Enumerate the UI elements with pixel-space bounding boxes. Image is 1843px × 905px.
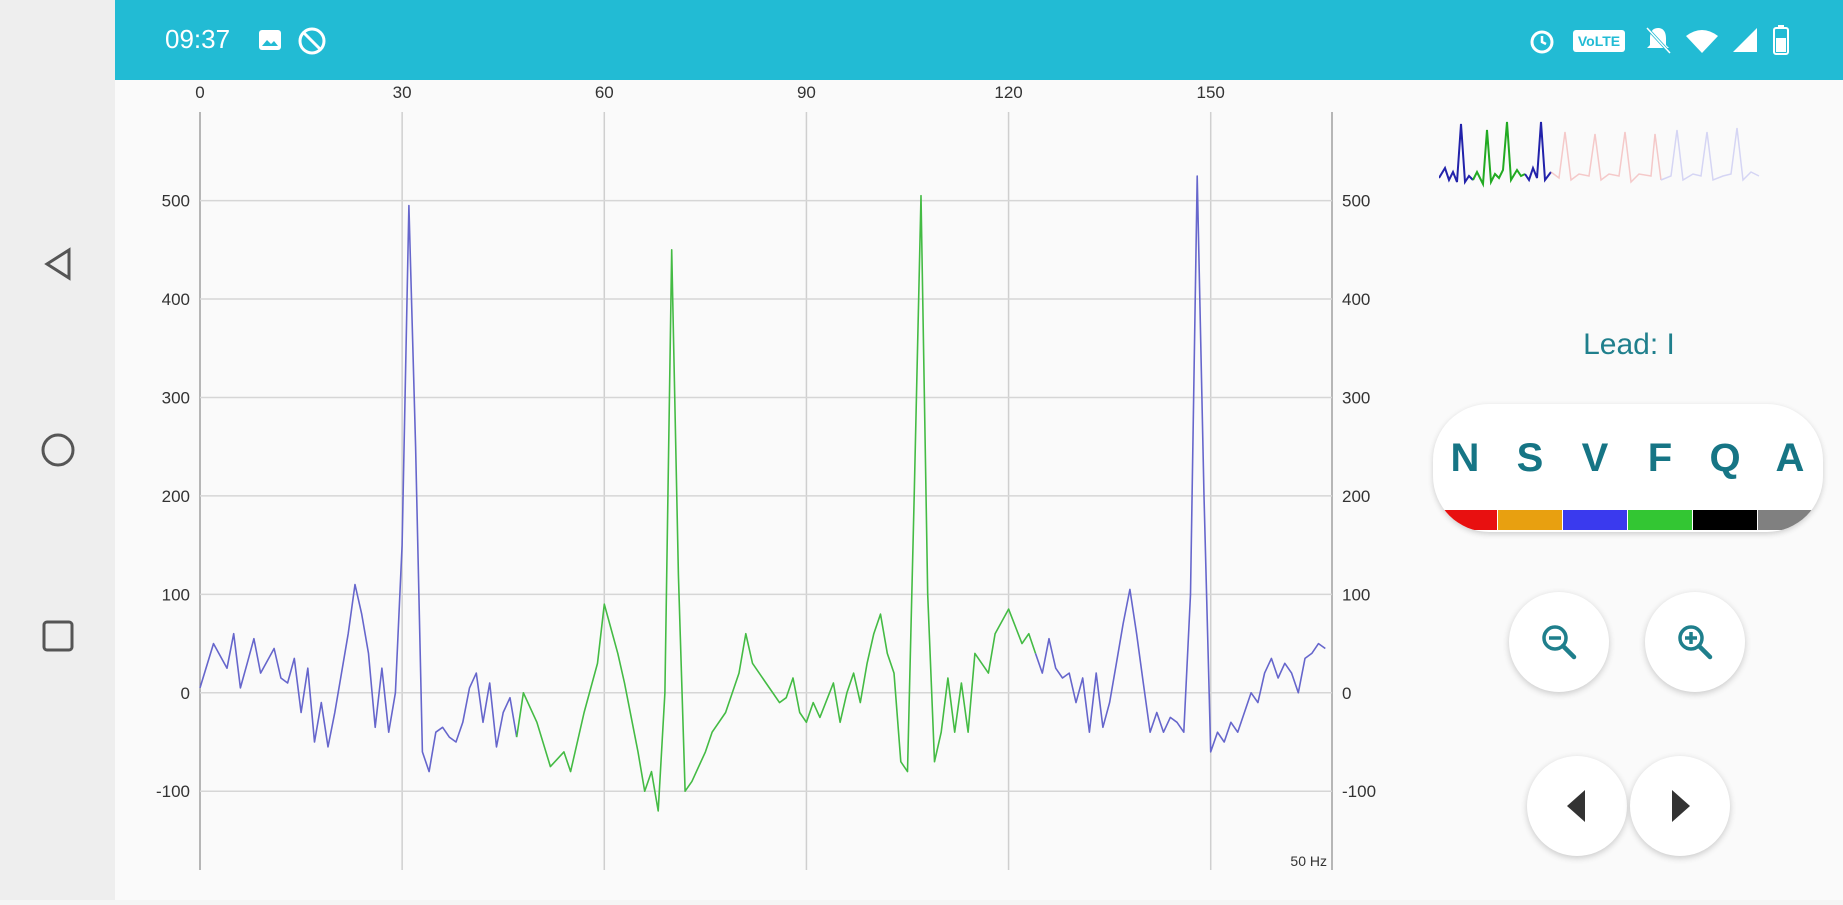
home-circle-icon (41, 433, 75, 467)
chevron-left-icon (1567, 790, 1585, 822)
y-tick-label-left: 0 (181, 684, 190, 703)
x-tick-label: 150 (1197, 83, 1225, 102)
zoom-in-button[interactable] (1645, 592, 1745, 692)
battery-icon (1773, 25, 1789, 55)
class-q-button[interactable]: Q (1693, 418, 1757, 530)
signal-icon (1733, 28, 1757, 52)
y-tick-label-right: 300 (1342, 388, 1370, 407)
alarm-icon (1530, 30, 1554, 54)
ecg-chart-area[interactable]: 0 30 60 90 120 150 -100 -100 0 0 100 100 200 200 300 30… (115, 80, 1415, 900)
y-tick-label-right: 400 (1342, 290, 1370, 309)
clock: 09:37 (165, 24, 231, 54)
class-s-button[interactable]: S (1498, 418, 1562, 530)
y-tick-label-left: 400 (162, 290, 190, 309)
recents-square-icon (42, 620, 74, 652)
class-v-color (1563, 510, 1627, 530)
control-panel: Lead: I N S V F Q A (1415, 80, 1843, 900)
y-tick-label-left: 300 (162, 388, 190, 407)
overview-minimap[interactable] (1439, 110, 1829, 200)
image-icon (259, 30, 281, 50)
x-tick-label: 60 (595, 83, 614, 102)
zoom-out-icon (1542, 625, 1577, 660)
class-f-button[interactable]: F (1628, 418, 1692, 530)
class-q-color (1693, 510, 1757, 530)
class-n-letter: N (1450, 436, 1480, 480)
class-v-letter: V (1581, 436, 1609, 480)
x-tick-label: 90 (797, 83, 816, 102)
class-a-letter: A (1775, 436, 1805, 480)
chart-grid (199, 112, 1333, 870)
class-q-letter: Q (1709, 436, 1741, 480)
class-f-letter: F (1647, 436, 1673, 480)
ecg-chart[interactable]: 0 30 60 90 120 150 -100 -100 0 0 100 100 200 200 300 30… (115, 80, 1415, 900)
y-tick-label-right: 100 (1342, 585, 1370, 604)
y-tick-label-right: 200 (1342, 487, 1370, 506)
beat-class-selector: N S V F Q A (1433, 404, 1823, 532)
class-s-letter: S (1516, 436, 1544, 480)
status-bar: 09:37 VoLTE (115, 0, 1843, 80)
no-sync-icon (298, 27, 326, 55)
zoom-out-button[interactable] (1509, 592, 1609, 692)
class-a-color (1758, 510, 1822, 530)
ecg-series-line (199, 204, 518, 773)
y-tick-label-left: 200 (162, 487, 190, 506)
class-f-color (1628, 510, 1692, 530)
dnd-icon (1645, 26, 1672, 55)
back-button[interactable] (38, 244, 78, 284)
y-tick-label-left: 100 (162, 585, 190, 604)
home-button[interactable] (38, 430, 78, 470)
volte-badge: VoLTE (1573, 30, 1625, 52)
x-tick-label: 120 (994, 83, 1022, 102)
next-button[interactable] (1630, 756, 1730, 856)
y-tick-label-right: -100 (1342, 782, 1376, 801)
lead-label: Lead: I (1583, 328, 1675, 361)
frequency-label: 50 Hz (1290, 853, 1327, 869)
navigation-bar (0, 0, 115, 900)
wifi-icon (1686, 30, 1718, 53)
chevron-right-icon (1672, 790, 1690, 822)
minimap-faded-segment (1550, 127, 1760, 184)
y-tick-label-right: 500 (1342, 192, 1370, 211)
class-a-button[interactable]: A (1758, 418, 1822, 530)
y-tick-label-left: -100 (156, 782, 190, 801)
class-n-color (1433, 510, 1497, 530)
ecg-series-line (1034, 175, 1326, 753)
recents-button[interactable] (38, 616, 78, 656)
class-v-button[interactable]: V (1563, 418, 1627, 530)
ecg-trace (199, 175, 1326, 812)
y-tick-label-right: 0 (1342, 684, 1351, 703)
minimap-current-segment (1439, 121, 1552, 188)
y-tick-label-left: 500 (162, 192, 190, 211)
previous-button[interactable] (1527, 756, 1627, 856)
back-triangle-icon (44, 247, 71, 281)
x-tick-label: 0 (195, 83, 204, 102)
class-n-button[interactable]: N (1433, 418, 1497, 530)
zoom-in-icon (1678, 625, 1713, 660)
class-s-color (1498, 510, 1562, 530)
x-tick-label: 30 (393, 83, 412, 102)
ecg-series-line (515, 194, 1037, 812)
